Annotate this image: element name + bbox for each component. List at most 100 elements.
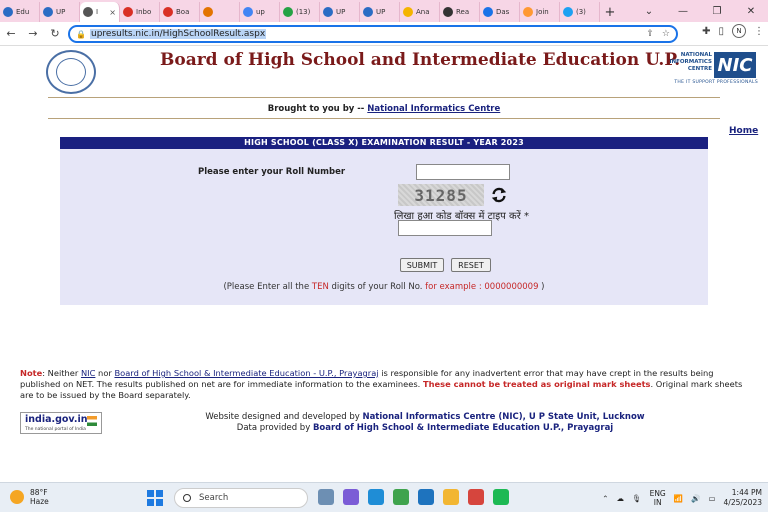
divider (48, 118, 720, 119)
haze-sun-icon (10, 490, 24, 504)
show-hidden-icons[interactable]: ⌃ (602, 494, 608, 503)
tab-label: up (256, 8, 265, 16)
browser-toolbar: ← → ↻ 🔒 upresults.nic.in/HighSchoolResul… (0, 22, 768, 46)
lock-icon[interactable]: 🔒 (76, 30, 86, 39)
divider (48, 97, 720, 98)
tab-favicon-icon (123, 7, 133, 17)
browser-tab[interactable]: up (240, 2, 280, 22)
nic-note-link[interactable]: NIC (81, 368, 95, 378)
tab-favicon-icon (443, 7, 453, 17)
browser-tab[interactable]: Rea (440, 2, 480, 22)
browser-tab[interactable]: UP (40, 2, 80, 22)
tab-favicon-icon (83, 7, 93, 17)
tab-search-icon[interactable]: ⌄ (632, 0, 666, 22)
browser-tab[interactable]: UP (360, 2, 400, 22)
tab-favicon-icon (3, 7, 13, 17)
sidepanel-icon[interactable]: ▯ (718, 26, 724, 37)
cloud-icon[interactable]: ☁ (617, 494, 625, 503)
taskbar-app-icon[interactable] (343, 489, 359, 505)
tab-label: Das (496, 8, 510, 16)
taskbar-app-icon[interactable] (418, 489, 434, 505)
roll-number-input[interactable] (416, 164, 510, 180)
menu-kebab-icon[interactable]: ⋮ (754, 26, 764, 37)
tab-favicon-icon (563, 7, 573, 17)
clock[interactable]: 1:44 PM 4/25/2023 (724, 488, 762, 508)
nic-link[interactable]: National Informatics Centre (367, 104, 500, 114)
back-button[interactable]: ← (0, 23, 22, 45)
battery-icon[interactable]: ▭ (708, 494, 715, 503)
disclaimer-note: Note: Neither NIC nor Board of High Scho… (20, 368, 743, 400)
windows-taskbar: 88°F Haze Search ⌃ ☁ 🎙 ENG IN 📶 🔊 ▭ 1:44 P… (0, 482, 768, 512)
browser-tab[interactable]: I × (80, 2, 120, 22)
tab-favicon-icon (283, 7, 293, 17)
taskbar-app-icon[interactable] (393, 489, 409, 505)
home-link[interactable]: Home (729, 126, 758, 136)
browser-tab[interactable]: Edu (0, 2, 40, 22)
web-page: Board of High School and Intermediate Ed… (0, 46, 768, 482)
system-tray: ⌃ ☁ 🎙 ENG IN 📶 🔊 ▭ 1:44 PM 4/25/2023 (602, 488, 762, 508)
tab-favicon-icon (403, 7, 413, 17)
start-button[interactable] (147, 490, 163, 506)
brought-by-text: Brought to you by -- National Informatic… (267, 104, 501, 114)
browser-tab[interactable]: UP (320, 2, 360, 22)
profile-avatar[interactable]: N (732, 24, 746, 38)
taskbar-app-icon[interactable] (468, 489, 484, 505)
tab-label: Rea (456, 8, 470, 16)
captcha-image: 31285 (398, 184, 484, 206)
tab-favicon-icon (323, 7, 333, 17)
url-text[interactable]: upresults.nic.in/HighSchoolResult.aspx (90, 29, 267, 39)
page-footer: Website designed and developed by Nation… (205, 412, 645, 433)
tab-label: Edu (16, 8, 30, 16)
taskbar-search[interactable]: Search (174, 488, 308, 508)
minimize-button[interactable]: — (666, 0, 700, 22)
nic-logo: NATIONAL INFORMATICS CENTRE NIC THE IT SUP… (669, 52, 758, 85)
share-icon[interactable]: ⇪ (646, 29, 654, 39)
taskbar-app-icon[interactable] (318, 489, 334, 505)
tab-label: Inbo (136, 8, 152, 16)
up-emblem-logo (46, 50, 96, 94)
taskbar-apps (318, 489, 509, 505)
tab-label: (3) (576, 8, 586, 16)
board-link[interactable]: Board of High School & Intermediate Educ… (114, 368, 378, 378)
close-tab-icon[interactable]: × (109, 8, 116, 17)
submit-button[interactable]: SUBMIT (400, 258, 444, 272)
volume-icon[interactable]: 🔊 (691, 494, 700, 503)
roll-number-hint: (Please Enter all the TEN digits of your… (223, 282, 545, 292)
tab-label: UP (376, 8, 386, 16)
refresh-captcha-icon[interactable] (490, 186, 508, 204)
tab-favicon-icon (483, 7, 493, 17)
roll-number-label: Please enter your Roll Number (198, 167, 346, 177)
browser-tab[interactable]: Das (480, 2, 520, 22)
forward-button[interactable]: → (22, 23, 44, 45)
browser-tab[interactable]: Ana (400, 2, 440, 22)
taskbar-app-icon[interactable] (368, 489, 384, 505)
new-tab-button[interactable]: + (600, 2, 620, 22)
tab-favicon-icon (163, 7, 173, 17)
browser-tab[interactable]: Inbo (120, 2, 160, 22)
tab-label: Ana (416, 8, 430, 16)
browser-tab[interactable]: Boa (160, 2, 200, 22)
bookmark-star-icon[interactable]: ☆ (662, 29, 670, 39)
form-header: HIGH SCHOOL (CLASS X) EXAMINATION RESULT… (60, 137, 708, 149)
browser-tab[interactable]: Join (520, 2, 560, 22)
reset-button[interactable]: RESET (451, 258, 491, 272)
browser-tab[interactable]: (13) (280, 2, 320, 22)
reload-button[interactable]: ↻ (44, 23, 66, 45)
weather-widget[interactable]: 88°F Haze (10, 488, 49, 506)
search-icon (183, 494, 191, 502)
address-bar[interactable]: 🔒 upresults.nic.in/HighSchoolResult.aspx… (68, 25, 678, 43)
browser-tab[interactable]: (3) (560, 2, 600, 22)
captcha-input[interactable] (398, 220, 492, 236)
taskbar-app-icon[interactable] (443, 489, 459, 505)
tab-favicon-icon (43, 7, 53, 17)
close-window-button[interactable]: ✕ (734, 0, 768, 22)
wifi-icon[interactable]: 📶 (674, 494, 683, 503)
tab-label: Join (536, 8, 549, 16)
language-indicator[interactable]: ENG IN (650, 489, 666, 507)
browser-tab[interactable] (200, 2, 240, 22)
extensions-icon[interactable]: ✚ (702, 26, 710, 37)
taskbar-app-icon[interactable] (493, 489, 509, 505)
microphone-icon[interactable]: 🎙 (632, 494, 642, 503)
maximize-button[interactable]: ❐ (700, 0, 734, 22)
window-controls: ⌄ — ❐ ✕ (632, 0, 768, 22)
